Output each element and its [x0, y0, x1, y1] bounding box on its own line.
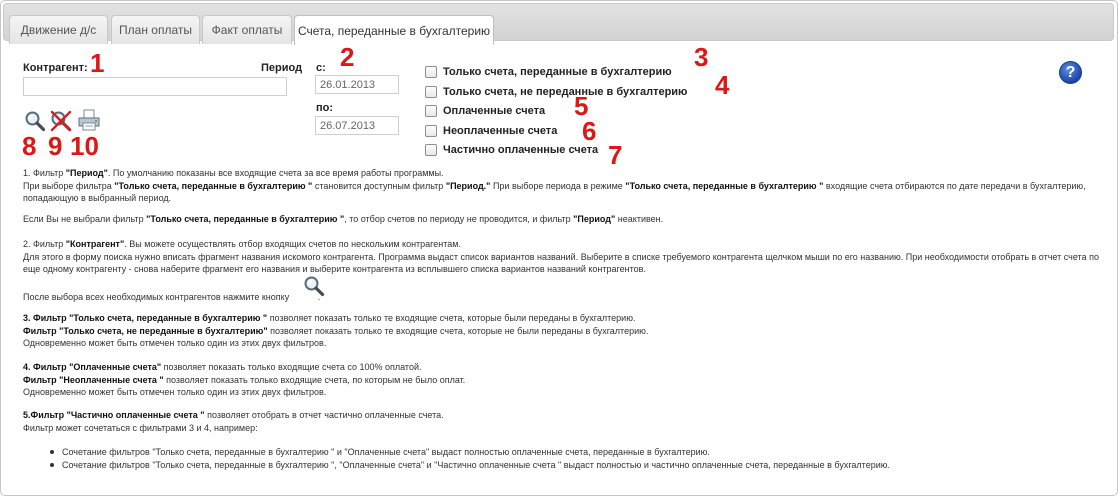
help-paragraph: Для этого в форму поиска нужно вписать ф… [23, 251, 1099, 275]
annotation-7: 7 [608, 140, 623, 170]
tab-label: План оплаты [119, 23, 192, 37]
search-icon[interactable] [24, 110, 46, 132]
annotation-6: 6 [582, 116, 597, 146]
checkbox[interactable] [425, 105, 437, 117]
help-section-partial-filter: 5.Фильтр "Частично оплаченные счета " по… [23, 409, 1103, 434]
period-label: Период [261, 62, 303, 74]
filter-only-not-sent[interactable]: Только счета, не переданные в бухгалтери… [425, 84, 687, 100]
annotation-3: 3 [694, 42, 709, 72]
help-paragraph: При выборе фильтра "Только счета, переда… [23, 180, 1086, 204]
help-label: ? [1065, 63, 1076, 81]
help-paragraph: Фильтр "Неоплаченные счета " позволяет п… [23, 374, 466, 385]
help-paragraph: Одновременно может быть отмечен только о… [23, 338, 327, 348]
checkbox[interactable] [425, 144, 437, 156]
help-section-contractor: 2. Фильтр "Контрагент". Вы можете осущес… [23, 238, 1103, 276]
checkbox-label: Оплаченные счета [443, 105, 546, 117]
tab-payment-fact[interactable]: Факт оплаты [202, 15, 292, 44]
search-icon[interactable] [303, 275, 325, 297]
contractor-search-input[interactable] [23, 77, 287, 96]
clear-filter-icon[interactable] [50, 110, 72, 132]
help-paragraph: 4. Фильтр "Оплаченные счета" позволяет п… [23, 362, 422, 372]
annotation-10: 10 [70, 131, 99, 161]
checkbox-label: Только счета, переданные в бухгалтерию [443, 66, 672, 78]
list-item: Сочетание фильтров "Только счета, переда… [48, 459, 890, 472]
filter-partially-paid[interactable]: Частично оплаченные счета [425, 142, 598, 158]
tab-accounting-invoices[interactable]: Счета, переданные в бухгалтерию [294, 15, 494, 45]
annotation-2: 2 [340, 42, 355, 72]
help-paragraph: Одновременно может быть отмечен только о… [23, 387, 327, 397]
print-icon[interactable] [77, 109, 100, 131]
help-paragraph: После выбора всех необходимых контрагент… [23, 292, 321, 302]
date-to-input[interactable] [315, 116, 399, 135]
help-paragraph: Фильтр "Только счета, не переданные в бу… [23, 325, 649, 336]
checkbox[interactable] [425, 86, 437, 98]
filter-unpaid[interactable]: Неоплаченные счета [425, 123, 557, 139]
date-from-label: с: [316, 62, 326, 74]
tab-payment-plan[interactable]: План оплаты [111, 15, 200, 44]
contractor-label: Контрагент: [23, 62, 88, 74]
filter-paid[interactable]: Оплаченные счета [425, 103, 545, 119]
tab-label: Счета, переданные в бухгалтерию [297, 23, 491, 38]
tab-label: Движение д/с [20, 23, 97, 37]
help-paragraph: Фильтр может сочетаться с фильтрами 3 и … [23, 422, 258, 433]
help-section-period: 1. Фильтр "Период". По умолчанию показан… [23, 167, 1103, 205]
help-section-contractor-button: После выбора всех необходимых контрагент… [23, 290, 1103, 304]
date-to-label: по: [316, 102, 334, 114]
tab-label: Факт оплаты [211, 23, 283, 37]
help-section-period-note: Если Вы не выбрали фильтр "Только счета,… [23, 213, 1103, 226]
filter-only-sent[interactable]: Только счета, переданные в бухгалтерию [425, 64, 672, 80]
tab-bar: Движение д/с План оплаты Факт оплаты Сче… [3, 3, 1114, 45]
help-paragraph: 5.Фильтр "Частично оплаченные счета " по… [23, 410, 444, 420]
help-section-sent-filters: 3. Фильтр "Только счета, переданные в бу… [23, 312, 1103, 350]
list-item: Сочетание фильтров "Только счета, переда… [48, 446, 890, 459]
tab-cash-flow[interactable]: Движение д/с [9, 15, 108, 44]
checkbox[interactable] [425, 125, 437, 137]
help-icon[interactable]: ? [1059, 61, 1082, 84]
annotation-8: 8 [22, 131, 37, 161]
help-paragraph: 2. Фильтр "Контрагент". Вы можете осущес… [23, 239, 461, 249]
annotation-4: 4 [715, 70, 730, 100]
help-examples-list: Сочетание фильтров "Только счета, переда… [48, 446, 890, 471]
help-paragraph: 3. Фильтр "Только счета, переданные в бу… [23, 313, 636, 323]
help-paragraph: 1. Фильтр "Период". По умолчанию показан… [23, 168, 444, 178]
annotation-9: 9 [48, 131, 63, 161]
help-paragraph: Если Вы не выбрали фильтр "Только счета,… [23, 214, 664, 224]
annotation-1: 1 [90, 48, 105, 78]
date-from-input[interactable] [315, 75, 399, 94]
checkbox-label: Частично оплаченные счета [443, 144, 599, 156]
checkbox[interactable] [425, 66, 437, 78]
help-section-paid-filters: 4. Фильтр "Оплаченные счета" позволяет п… [23, 361, 1103, 399]
checkbox-label: Неоплаченные счета [443, 125, 558, 137]
checkbox-label: Только счета, не переданные в бухгалтери… [443, 86, 688, 98]
